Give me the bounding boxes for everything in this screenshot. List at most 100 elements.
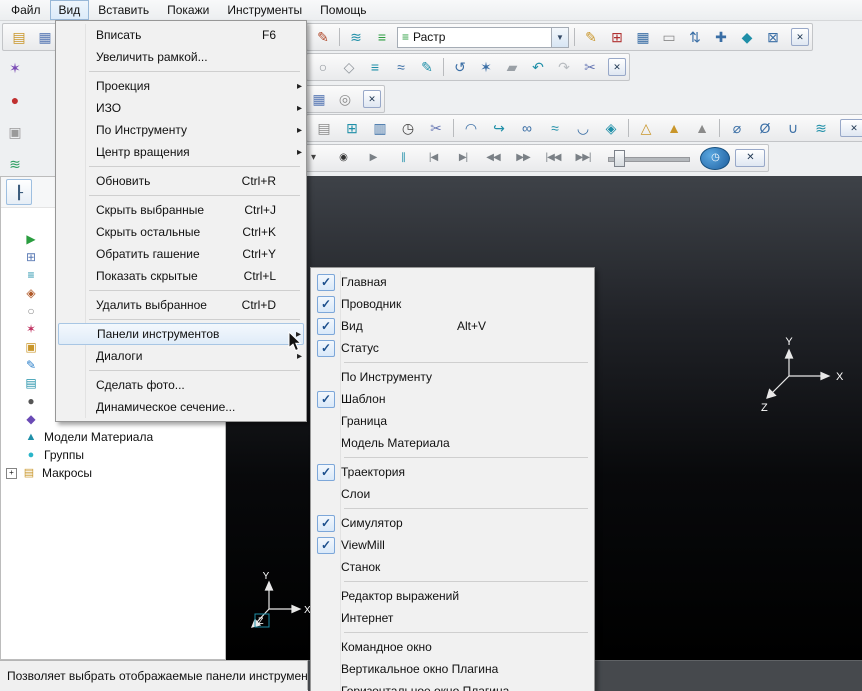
copy-icon[interactable]: ▥ [366,115,394,141]
redo-icon[interactable]: ↷ [551,54,577,80]
menu-item[interactable]: Центр вращения [58,141,304,163]
menu-item[interactable]: Редактор выражений [313,585,592,607]
go-end-icon[interactable]: ▶▶| [568,145,598,171]
toolpaths-icon[interactable]: ⊞ [21,248,41,266]
explorer-tree-button[interactable]: ┠ [6,179,32,205]
menu-item[interactable]: ИЗО [58,97,304,119]
pen-icon[interactable]: ✎ [414,54,440,80]
menu-item[interactable]: Вид Alt+V [313,315,592,337]
node-edit-icon[interactable]: ◈ [597,115,625,141]
arc-down-icon[interactable]: ◡ [569,115,597,141]
menu-item[interactable]: Слои [313,483,592,505]
menu-item[interactable]: Проекция [58,75,304,97]
clipboard-icon[interactable]: ▤ [310,115,338,141]
diamond-icon[interactable]: ◇ [336,54,362,80]
sort-columns-icon[interactable]: ⇅ [682,24,708,50]
grid-icon[interactable]: ⊞ [338,115,366,141]
open-project-icon[interactable]: ▤ [6,24,32,50]
eraser-icon[interactable]: ▰ [499,54,525,80]
curve-text-icon[interactable]: ≈ [388,54,414,80]
light-icon[interactable]: ◉ [328,145,358,171]
phi-icon[interactable]: Ø [751,115,779,141]
menu-item[interactable]: Главная [313,271,592,293]
stock-models-icon[interactable]: ● [21,392,41,410]
menu-item[interactable]: Динамическое сечение... [58,396,304,418]
menu-item[interactable]: Скрыть выбранные Ctrl+J [58,199,304,221]
diameter-icon[interactable]: ⌀ [723,115,751,141]
menu-item[interactable]: Горизонтальное окно Плагина [313,680,592,691]
workplanes-icon[interactable]: ▣ [21,338,41,356]
save-icon[interactable]: ▦ [306,86,332,112]
models-icon[interactable]: ▤ [21,374,41,392]
menu-item[interactable]: Обратить гашение Ctrl+Y [58,243,304,265]
undo-icon[interactable]: ↶ [525,54,551,80]
toolbar-close-button[interactable]: ✕ [608,58,626,76]
rewind-icon[interactable]: ◀◀ [478,145,508,171]
spline-icon[interactable]: ≈ [541,115,569,141]
tool-edit-icon[interactable]: ✎ [578,24,604,50]
tree-item[interactable]: + ▤ Макросы [1,464,223,482]
play-icon[interactable]: ▶ [358,145,388,171]
menu-item[interactable]: Панели инструментов [58,323,304,345]
raster-combobox[interactable]: ≡ Растр ▼ [397,26,569,48]
cut-icon[interactable]: ✂ [422,115,450,141]
clamps-icon[interactable]: ◆ [21,410,41,428]
star-burst-icon[interactable]: ✶ [2,55,28,81]
menu-item[interactable]: ViewMill [313,534,592,556]
feature-sets-icon[interactable]: ✶ [21,320,41,338]
raster-style-icon[interactable]: ≡ [369,24,395,50]
step-forward-icon[interactable]: ▶| [448,145,478,171]
stack-icon[interactable]: ≡ [362,54,388,80]
menu-item[interactable]: Проводник [313,293,592,315]
combobox-dropdown-arrow-icon[interactable]: ▼ [551,27,568,47]
toolbar-close-button[interactable]: ✕ [363,90,381,108]
waves-box-icon[interactable]: ≋ [807,115,835,141]
menu-item[interactable]: Статус [313,337,592,359]
menu-item[interactable]: По Инструменту [58,119,304,141]
cone-gray-icon[interactable]: ▲ [688,115,716,141]
menubar-item[interactable]: Инструменты [218,0,311,20]
rotate-icon[interactable]: ↺ [447,54,473,80]
boundaries-icon[interactable]: ◈ [21,284,41,302]
tree-item[interactable]: ▲ Модели Материала [1,428,223,446]
curve-edit-icon[interactable]: ↪ [485,115,513,141]
scissors-icon[interactable]: ✂ [577,54,603,80]
menu-item[interactable]: Обновить Ctrl+R [58,170,304,192]
toolbar-close-button[interactable]: ✕ [791,28,809,46]
slider-handle[interactable] [614,150,625,167]
box-close-icon[interactable]: ⊠ [760,24,786,50]
table-edit-icon[interactable]: ⊞ [604,24,630,50]
probe-tool-icon[interactable]: ✎ [310,24,336,50]
pause-icon[interactable]: ∥ [388,145,418,171]
menu-item[interactable]: Сделать фото... [58,374,304,396]
green-waves-icon[interactable]: ≋ [2,151,28,177]
sim-clock-icon[interactable]: ◷ [700,146,730,170]
toolbar-close-button[interactable]: ✕ [840,119,862,137]
wireframe-waves-icon[interactable]: ≋ [343,24,369,50]
red-sphere-icon[interactable]: ● [2,87,28,113]
iso-box-icon[interactable]: ◆ [734,24,760,50]
magnet-icon[interactable]: ∪ [779,115,807,141]
menu-item[interactable]: Вертикальное окно Плагина [313,658,592,680]
menu-item[interactable]: Показать скрытые Ctrl+L [58,265,304,287]
menu-item[interactable]: Модель Материала [313,432,592,454]
clock-icon[interactable]: ◷ [394,115,422,141]
cone-outline-icon[interactable]: △ [632,115,660,141]
arc-up-icon[interactable]: ◠ [457,115,485,141]
tree-item[interactable]: ● Группы [1,446,223,464]
nc-programs-icon[interactable]: ▶ [21,230,41,248]
menu-item[interactable]: Вписать F6 [58,24,304,46]
gray-panel-icon[interactable]: ▣ [2,119,28,145]
simulation-speed-slider[interactable] [606,148,692,168]
pinwheel-icon[interactable]: ✶ [473,54,499,80]
menu-item[interactable]: Граница [313,410,592,432]
menubar-item[interactable]: Помощь [311,0,375,20]
chain-icon[interactable]: ∞ [513,115,541,141]
record-circle-icon[interactable]: ◎ [332,86,358,112]
menu-item[interactable]: Шаблон [313,388,592,410]
menubar-item[interactable]: Файл [2,0,50,20]
calculator-icon[interactable]: ▦ [630,24,656,50]
menu-item[interactable]: Скрыть остальные Ctrl+K [58,221,304,243]
patterns-icon[interactable]: ○ [21,302,41,320]
menubar-item[interactable]: Вид [49,0,90,20]
